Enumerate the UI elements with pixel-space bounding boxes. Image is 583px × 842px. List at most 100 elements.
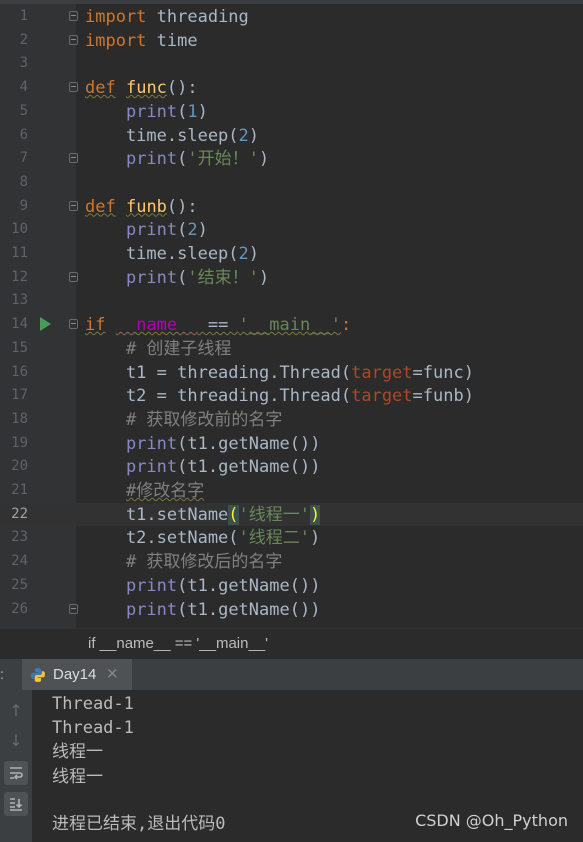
code-text[interactable]: t1 = threading.Thread(target=func) (85, 362, 474, 384)
fold-marker-icon[interactable] (69, 319, 78, 330)
output-line: Thread-1 (52, 718, 134, 738)
code-text[interactable]: # 创建子线程 (85, 338, 231, 360)
line-number: 1 (19, 8, 28, 24)
scroll-to-end-icon[interactable] (4, 792, 28, 816)
code-line[interactable]: 11 time.sleep(2) (0, 242, 583, 266)
exit-message: 进程已结束,退出代码0 (52, 814, 226, 834)
run-gutter-icon[interactable] (40, 317, 51, 332)
code-token: (t1.getName()) (177, 575, 321, 596)
code-line[interactable]: 5 print(1) (0, 100, 583, 124)
code-line[interactable]: 4 def func(): (0, 76, 583, 100)
code-line[interactable]: 16 t1 = threading.Thread(target=func) (0, 361, 583, 385)
line-number: 13 (11, 292, 28, 309)
code-text[interactable]: if __name__ == '__main__': (85, 314, 351, 336)
code-line[interactable]: 10 print(2) (0, 218, 583, 242)
code-line[interactable]: 1 import threading (0, 5, 583, 29)
run-toolbar: ↑ ↓ (0, 690, 32, 842)
code-line[interactable]: 19 print(t1.getName()) (0, 432, 583, 456)
fold-marker-icon[interactable] (69, 271, 78, 282)
code-text[interactable]: print(1) (85, 101, 208, 123)
code-text[interactable]: #修改名字 (85, 480, 204, 502)
code-token: ) (197, 220, 208, 241)
code-token: '开始！' (187, 149, 259, 170)
code-line[interactable]: 8 (0, 171, 583, 195)
code-line[interactable]: 23 t2.setName('线程二') (0, 526, 583, 550)
code-token: ( (177, 101, 188, 122)
code-text[interactable]: time.sleep(2) (85, 243, 259, 265)
code-text[interactable]: # 获取修改前的名字 (85, 409, 282, 431)
fold-marker-icon[interactable] (69, 603, 78, 614)
output-line: Thread-1 (52, 694, 134, 714)
code-line[interactable]: 13 (0, 289, 583, 313)
code-line[interactable]: 25 print(t1.getName()) (0, 574, 583, 598)
code-text[interactable]: import time (85, 30, 198, 52)
code-line[interactable]: 26 print(t1.getName()) (0, 598, 583, 622)
code-token: target (351, 362, 413, 383)
code-line[interactable]: 17 t2 = threading.Thread(target=funb) (0, 384, 583, 408)
code-text[interactable]: time.sleep(2) (85, 125, 259, 147)
code-editor[interactable]: 1 import threading 2 import time 3 4 def func(… (0, 0, 583, 628)
code-line[interactable]: 7 print('开始！') (0, 147, 583, 171)
code-text[interactable]: import threading (85, 6, 249, 28)
code-text[interactable]: print(t1.getName()) (85, 456, 320, 478)
code-text[interactable]: print('开始！') (85, 148, 269, 170)
output-line: 线程一 (52, 742, 103, 762)
arrow-up-icon[interactable]: ↑ (4, 698, 28, 722)
code-text[interactable]: print(2) (85, 219, 208, 241)
code-token: funb (125, 196, 167, 217)
code-text[interactable]: t1.setName('线程一') (85, 504, 321, 526)
code-text[interactable]: print(t1.getName()) (85, 433, 320, 455)
code-line[interactable]: 24 # 获取修改后的名字 (0, 550, 583, 574)
code-line[interactable]: 12 print('结束！') (0, 266, 583, 290)
code-token: ) (310, 528, 321, 549)
code-token: == (197, 315, 239, 336)
code-token: func (125, 78, 167, 99)
code-line[interactable]: 22 t1.setName('线程一') (0, 502, 583, 527)
code-text[interactable]: # 获取修改后的名字 (85, 551, 282, 573)
code-text[interactable]: t2 = threading.Thread(target=funb) (85, 385, 474, 407)
line-number: 4 (19, 79, 28, 96)
code-text[interactable]: t2.setName('线程二') (85, 527, 320, 549)
code-token: (): (166, 78, 198, 99)
code-text[interactable]: print(t1.getName()) (85, 599, 320, 621)
code-line[interactable]: 6 time.sleep(2) (0, 124, 583, 148)
code-token: ) (248, 244, 260, 264)
python-icon (31, 668, 45, 682)
console-output[interactable]: Thread-1 Thread-1 线程一 线程一 进程已结束,退出代码0 CS… (32, 690, 583, 842)
code-token: t1 = threading.Thread( (85, 362, 352, 383)
breadcrumb[interactable]: if __name__ == '__main__' (0, 628, 583, 660)
line-number: 11 (11, 245, 28, 261)
fold-marker-icon[interactable] (69, 11, 78, 21)
code-token: print (125, 101, 178, 122)
code-line[interactable]: 3 (0, 52, 583, 76)
fold-marker-icon[interactable] (69, 34, 78, 45)
tab-day14[interactable]: Day14 × (22, 659, 132, 690)
code-token: ( (177, 149, 188, 170)
code-line[interactable]: 15 # 创建子线程 (0, 337, 583, 361)
code-line[interactable]: 9 def funb(): (0, 195, 583, 219)
arrow-down-icon[interactable]: ↓ (4, 728, 28, 752)
fold-marker-icon[interactable] (69, 153, 78, 164)
breadcrumb-text[interactable]: if __name__ == '__main__' (88, 635, 268, 652)
fold-marker-icon[interactable] (69, 82, 78, 93)
code-line[interactable]: 18 # 获取修改前的名字 (0, 408, 583, 432)
code-line[interactable]: 14 if __name__ == '__main__': (0, 313, 583, 337)
code-text[interactable]: def func(): (85, 77, 198, 99)
fold-marker-icon[interactable] (69, 200, 78, 211)
close-icon[interactable]: × (106, 664, 119, 682)
code-token: (t1.getName()) (177, 457, 321, 478)
code-text[interactable]: def funb(): (85, 196, 198, 218)
code-line[interactable]: 2 import time (0, 29, 583, 53)
code-line[interactable]: 20 print(t1.getName()) (0, 455, 583, 479)
line-number: 17 (11, 387, 28, 404)
code-line[interactable]: 21 #修改名字 (0, 479, 583, 503)
code-text[interactable]: print('结束！') (85, 267, 269, 289)
line-number: 5 (19, 102, 28, 119)
soft-wrap-icon[interactable] (4, 761, 28, 785)
code-text[interactable]: print(t1.getName()) (85, 575, 320, 597)
